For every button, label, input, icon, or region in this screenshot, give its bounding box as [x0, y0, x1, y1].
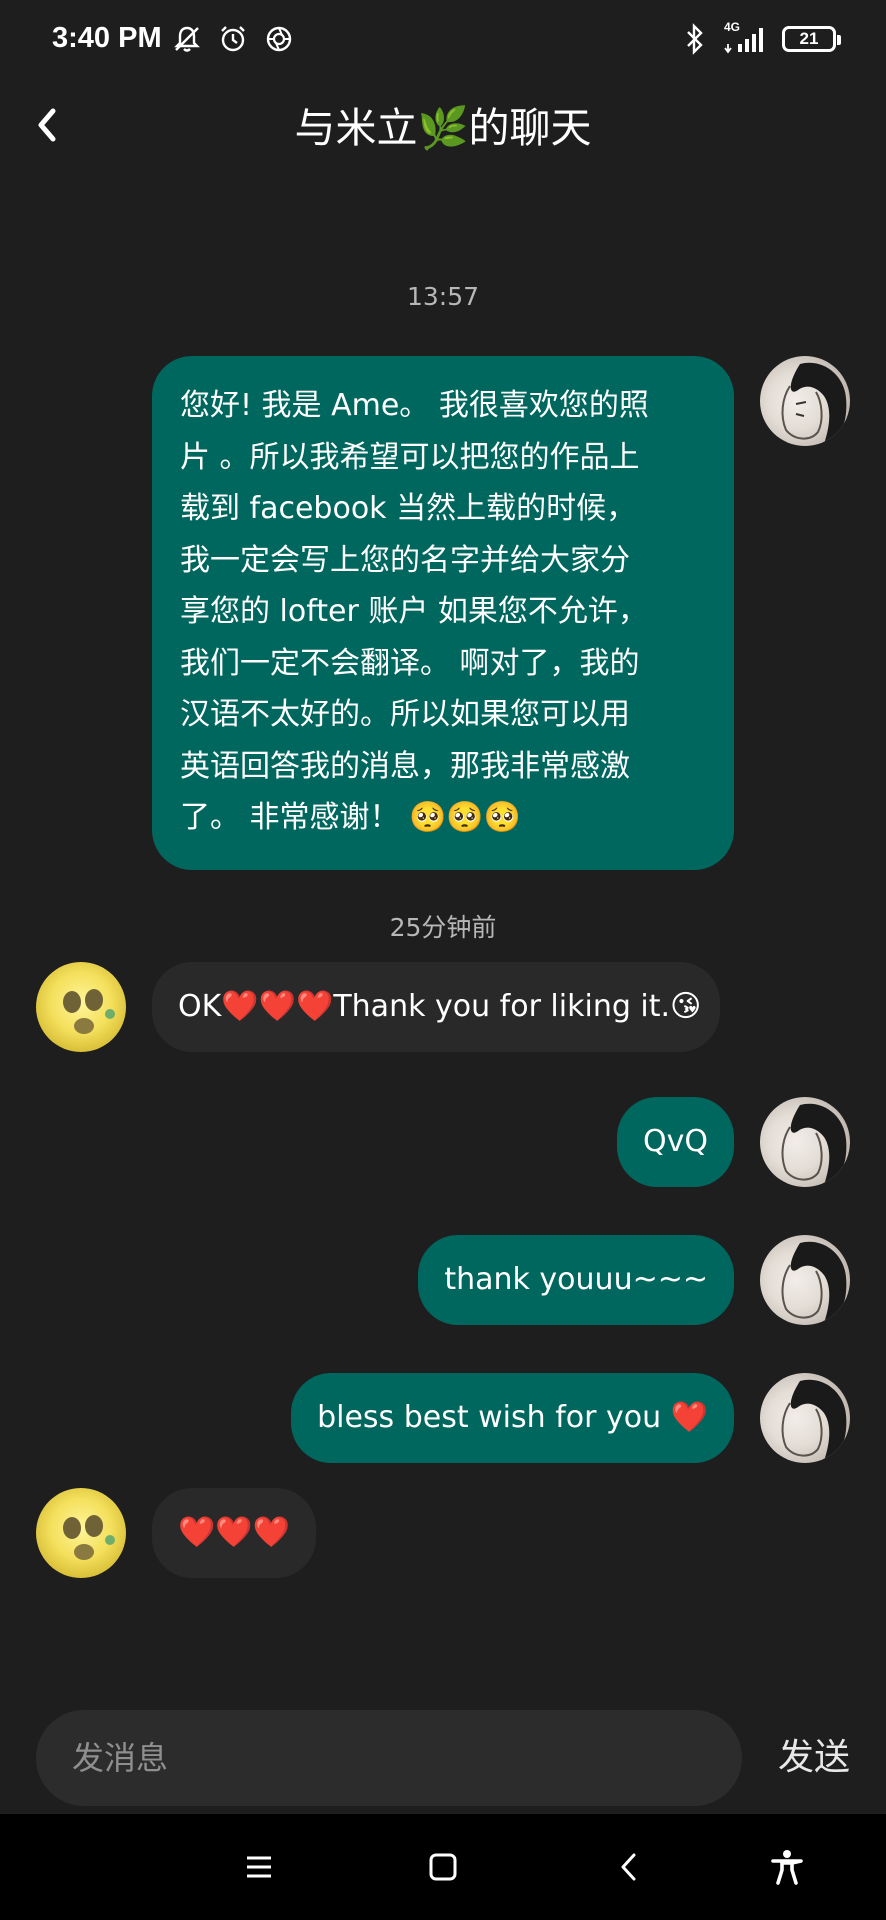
status-icons-right: 4G 21: [678, 20, 841, 56]
menu-nav-button[interactable]: [236, 1844, 282, 1890]
my-avatar[interactable]: [760, 1235, 850, 1325]
my-avatar[interactable]: [760, 356, 850, 446]
my-avatar[interactable]: [760, 1373, 850, 1463]
contact-avatar[interactable]: [36, 1488, 126, 1578]
received-message-bubble[interactable]: ❤️❤️❤️: [152, 1488, 317, 1578]
status-icons-left: [170, 22, 296, 56]
chat-header: 与米立🌿的聊天: [0, 80, 886, 190]
received-message-bubble[interactable]: OK❤️❤️❤️Thank you for liking it.😘: [152, 962, 720, 1052]
emoji-face-icon: [63, 1515, 115, 1560]
aperture-icon: [262, 22, 296, 56]
system-nav-bar: [0, 1814, 886, 1920]
message-timestamp: 13:57: [406, 282, 480, 311]
portrait-icon: [781, 1103, 847, 1185]
triangle-back-icon: [621, 1853, 636, 1881]
message-input[interactable]: [36, 1710, 742, 1806]
hamburger-icon: [247, 1856, 271, 1878]
status-bar: 3:40 PM 4G 21: [0, 0, 886, 80]
status-time: 3:40 PM: [52, 22, 162, 54]
send-button[interactable]: 发送: [778, 1728, 850, 1780]
bluetooth-icon: [678, 22, 712, 56]
portrait-icon: [781, 1241, 847, 1323]
square-icon: [429, 1853, 457, 1881]
message-timestamp: 25分钟前: [389, 913, 497, 942]
home-nav-button[interactable]: [420, 1844, 466, 1890]
page-title: 与米立🌿的聊天: [294, 104, 592, 152]
chat-screen: 3:40 PM 4G 21 与米立🌿的聊天 13:57 您好! 我是 Ame。 …: [0, 0, 886, 1920]
sent-message-bubble[interactable]: bless best wish for you ❤️: [291, 1373, 734, 1463]
my-avatar[interactable]: [760, 1097, 850, 1187]
network-type: 4G: [724, 20, 741, 34]
signal-icon: 4G: [724, 20, 770, 56]
contact-avatar[interactable]: [36, 962, 126, 1052]
accessibility-icon: [771, 1850, 803, 1885]
emoji-face-icon: [63, 989, 115, 1034]
accessibility-button[interactable]: [764, 1844, 810, 1890]
sent-message-bubble[interactable]: thank youuu~~~: [418, 1235, 734, 1325]
portrait-icon: [781, 362, 847, 444]
sent-message-bubble[interactable]: 您好! 我是 Ame。 我很喜欢您的照 片 。所以我希望可以把您的作品上 载到 …: [152, 356, 734, 870]
battery-indicator: 21: [782, 26, 841, 52]
message-composer: 发送: [0, 1708, 886, 1812]
alarm-icon: [216, 22, 250, 56]
back-nav-button[interactable]: [606, 1844, 652, 1890]
sent-message-bubble[interactable]: QvQ: [617, 1097, 734, 1187]
portrait-icon: [781, 1379, 847, 1461]
muted-bell-icon: [170, 22, 204, 56]
